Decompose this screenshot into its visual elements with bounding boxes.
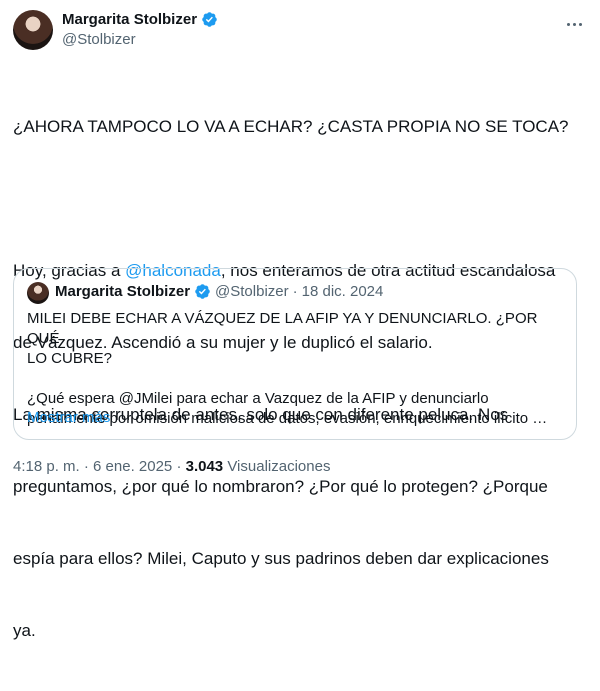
quoted-body-line: ¿Qué espera @JMilei para echar a Vazquez…	[27, 390, 489, 407]
separator-dot: ·	[292, 283, 298, 300]
quoted-tweet-date: 18 dic. 2024	[301, 283, 384, 300]
tweet-line	[13, 187, 588, 211]
verified-badge-icon	[195, 284, 210, 299]
tweet-line: ya.	[13, 621, 36, 640]
tweet-line: espía para ellos? Milei, Caputo y sus pa…	[13, 549, 549, 568]
tweet-line: ¿AHORA TAMPOCO LO VA A ECHAR? ¿CASTA PRO…	[13, 117, 569, 136]
show-more-link[interactable]: Mostrar más	[27, 409, 110, 426]
quoted-title-line: MILEI DEBE ECHAR A VÁZQUEZ DE LA AFIP YA…	[27, 310, 538, 347]
views-label: Visualizaciones	[223, 458, 331, 475]
quoted-author-handle: @Stolbizer	[215, 283, 289, 300]
tweet-line: preguntamos, ¿por qué lo nombraron? ¿Por…	[13, 477, 548, 496]
verified-badge-icon	[202, 12, 217, 27]
author-handle[interactable]: @Stolbizer	[62, 31, 136, 48]
quoted-author-name: Margarita Stolbizer	[55, 283, 191, 300]
quoted-tweet-header: Margarita Stolbizer @Stolbizer · 18 dic.…	[55, 283, 383, 300]
author-avatar[interactable]	[13, 10, 53, 50]
tweet-timestamp[interactable]: 4:18 p. m. · 6 ene. 2025 ·	[13, 458, 186, 475]
more-options-icon[interactable]	[564, 14, 584, 34]
views-count: 3.043	[185, 458, 224, 475]
author-name-row: Margarita Stolbizer	[62, 11, 218, 28]
quoted-tweet[interactable]: Margarita Stolbizer @Stolbizer · 18 dic.…	[13, 268, 577, 440]
quoted-author-avatar	[27, 282, 49, 304]
author-name[interactable]: Margarita Stolbizer	[62, 11, 197, 28]
tweet: Margarita Stolbizer @Stolbizer ¿AHORA TA…	[0, 0, 600, 640]
quoted-title-line: LO CUBRE?	[27, 350, 113, 367]
tweet-meta: 4:18 p. m. · 6 ene. 2025 · 3.043 Visuali…	[13, 458, 330, 475]
